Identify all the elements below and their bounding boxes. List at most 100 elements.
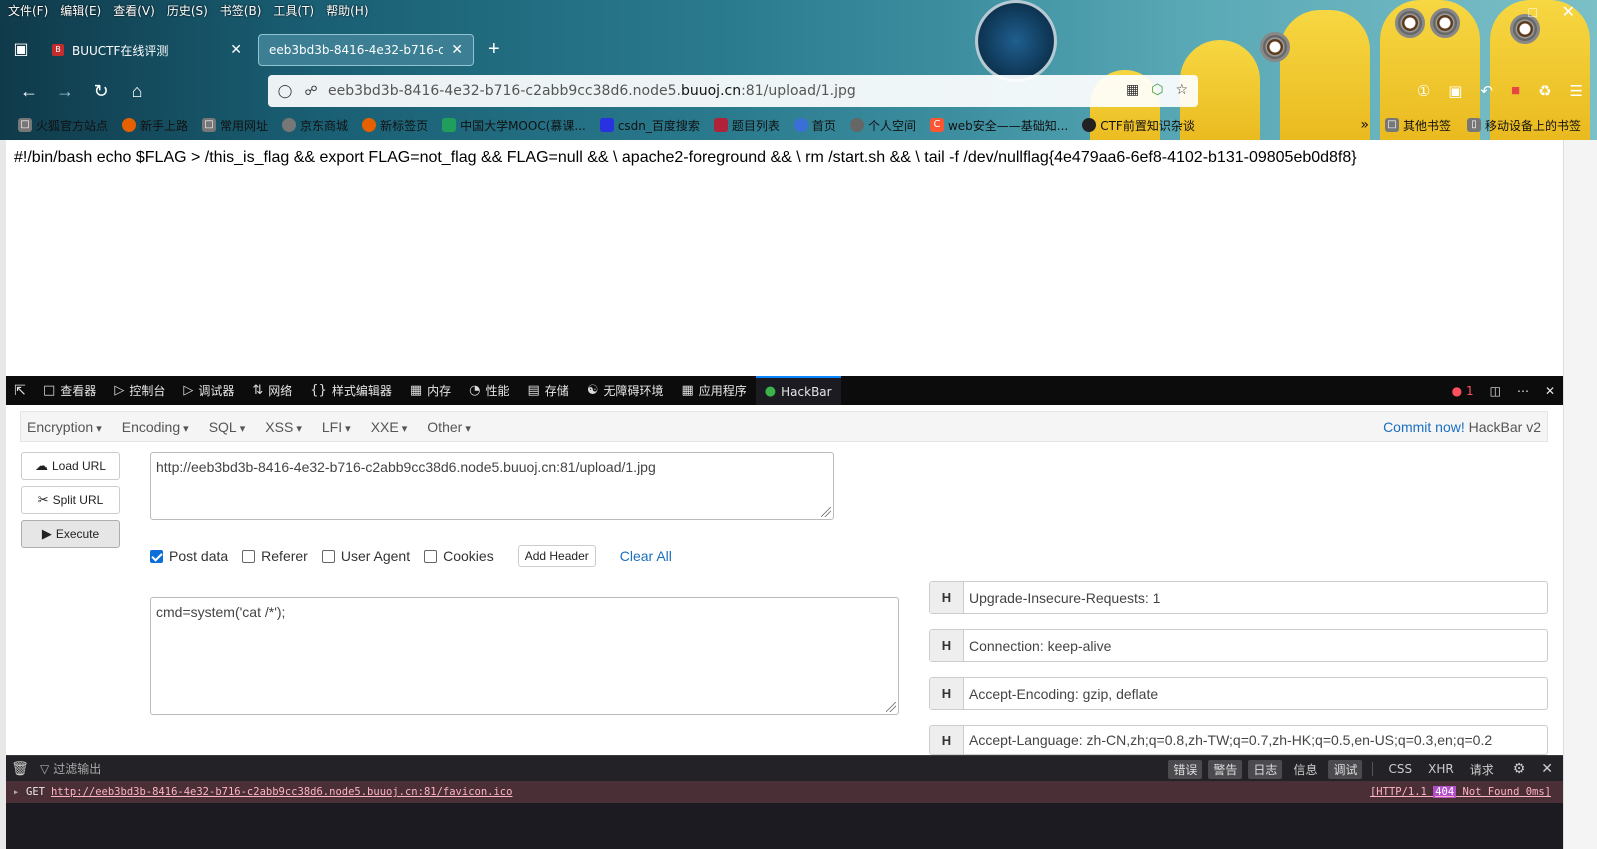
element-picker-icon[interactable]: ⇱ — [6, 383, 34, 399]
url-textarea[interactable]: http://eeb3bd3b-8416-4e32-b716-c2abb9cc3… — [150, 452, 834, 520]
cookies-checkbox[interactable]: Cookies — [424, 548, 494, 564]
url-bar[interactable]: ◯ ☍ eeb3bd3b-8416-4e32-b716-c2abb9cc38d6… — [268, 75, 1198, 107]
insecure-lock-icon[interactable]: ☍ — [302, 83, 320, 99]
close-split-console-icon[interactable]: ✕ — [1541, 761, 1553, 777]
menu-help[interactable]: 帮助(H) — [326, 2, 368, 19]
header-toggle[interactable]: H — [930, 678, 964, 709]
menu-encoding[interactable]: Encoding — [122, 419, 189, 435]
header-row[interactable]: H Connection: keep-alive — [929, 629, 1548, 662]
menu-lfi[interactable]: LFI — [322, 419, 351, 435]
bookmarks-overflow-icon[interactable]: » — [1360, 117, 1369, 133]
devtools-tab-style-editor[interactable]: {} 样式编辑器 — [301, 376, 401, 405]
bookmark-item[interactable]: 京东商城 — [282, 117, 348, 134]
menu-edit[interactable]: 编辑(E) — [60, 2, 101, 19]
account-icon[interactable]: ① — [1417, 82, 1430, 100]
bookmark-item[interactable]: CTF前置知识杂谈 — [1082, 117, 1195, 134]
bookmark-item[interactable]: 新手上路 — [122, 117, 188, 134]
devtools-tab-debugger[interactable]: ▷ 调试器 — [174, 376, 243, 405]
console-input-area[interactable] — [6, 803, 1563, 849]
devtools-tab-hackbar[interactable]: ● HackBar — [755, 376, 841, 405]
resize-grip[interactable] — [821, 507, 831, 517]
bookmark-item[interactable]: □ 火狐官方站点 — [18, 117, 108, 134]
devtools-tab-storage[interactable]: ▤ 存储 — [519, 376, 578, 405]
bookmark-item[interactable]: 首页 — [793, 117, 836, 134]
back-icon[interactable]: ← — [12, 81, 46, 102]
extension-red-icon[interactable]: ■ — [1511, 82, 1520, 100]
devtools-tab-application[interactable]: ▦ 应用程序 — [672, 376, 755, 405]
close-tab-icon[interactable]: ✕ — [230, 42, 242, 58]
more-options-icon[interactable]: ⋯ — [1517, 384, 1529, 398]
request-url-link[interactable]: http://eeb3bd3b-8416-4e32-b716-c2abb9cc3… — [51, 786, 512, 798]
devtools-tab-console[interactable]: ▷ 控制台 — [105, 376, 174, 405]
filter-requests[interactable]: 请求 — [1465, 760, 1499, 779]
menu-bookmarks[interactable]: 书签(B) — [220, 2, 262, 19]
screenshot-icon[interactable]: ▣ — [1448, 82, 1462, 100]
filter-errors[interactable]: 错误 — [1168, 759, 1203, 779]
devtools-tab-memory[interactable]: ▦ 内存 — [401, 376, 460, 405]
menu-tools[interactable]: 工具(T) — [273, 2, 314, 19]
bookmark-item[interactable]: Cweb安全——基础知... — [929, 117, 1068, 134]
split-url-button[interactable]: ✂ Split URL — [21, 486, 120, 514]
restore-window-icon[interactable]: □ — [1529, 4, 1537, 20]
shield-icon[interactable]: ◯ — [276, 83, 294, 99]
extension-icon[interactable]: ⬡ — [1151, 81, 1163, 98]
bookmark-item[interactable]: 中国大学MOOC(慕课... — [442, 117, 586, 134]
bookmark-folder-mobile[interactable]: ▯ 移动设备上的书签 — [1466, 117, 1581, 134]
forward-icon[interactable]: → — [48, 81, 82, 102]
add-header-button[interactable]: Add Header — [517, 545, 596, 567]
header-toggle[interactable]: H — [930, 582, 964, 613]
filter-debug[interactable]: 调试 — [1328, 759, 1363, 779]
bookmark-item[interactable]: □ 常用网址 — [202, 117, 268, 134]
resize-grip[interactable] — [886, 702, 896, 712]
menu-history[interactable]: 历史(S) — [167, 2, 208, 19]
menu-file[interactable]: 文件(F) — [8, 2, 48, 19]
bookmark-item[interactable]: 新标签页 — [362, 117, 428, 134]
filter-css[interactable]: CSS — [1383, 761, 1417, 777]
bookmark-item[interactable]: csdn_百度搜索 — [599, 117, 700, 134]
devtools-tab-network[interactable]: ⇅ 网络 — [243, 376, 301, 405]
error-count-badge[interactable]: ● 1 — [1452, 384, 1474, 398]
tab-buuctf[interactable]: B BUUCTF在线评测 ✕ — [42, 34, 252, 66]
devtools-tab-performance[interactable]: ◔ 性能 — [460, 376, 518, 405]
console-settings-icon[interactable]: ⚙ — [1513, 761, 1526, 777]
menu-sql[interactable]: SQL — [209, 419, 246, 435]
devtools-tab-accessibility[interactable]: ☯ 无障碍环境 — [578, 376, 673, 405]
filter-xhr[interactable]: XHR — [1423, 761, 1459, 777]
url-text[interactable]: eeb3bd3b-8416-4e32-b716-c2abb9cc38d6.nod… — [328, 83, 856, 99]
menu-view[interactable]: 查看(V) — [113, 2, 155, 19]
expand-arrow-icon[interactable]: ▸ — [6, 786, 26, 798]
commit-now-link[interactable]: Commit now! — [1383, 419, 1465, 435]
header-row[interactable]: H Upgrade-Insecure-Requests: 1 — [929, 581, 1548, 614]
request-status[interactable]: [HTTP/1.1 404 Not Found 0ms] — [1370, 786, 1551, 798]
bookmark-star-icon[interactable]: ☆ — [1175, 81, 1188, 98]
filter-output-input[interactable]: 过滤输出 — [53, 760, 101, 777]
close-window-icon[interactable]: ✕ — [1562, 2, 1575, 22]
trash-icon[interactable]: 🗑 — [6, 761, 34, 777]
console-log-row[interactable]: ▸ GET http://eeb3bd3b-8416-4e32-b716-c2a… — [6, 781, 1563, 803]
menu-xxe[interactable]: XXE — [371, 419, 408, 435]
user-agent-checkbox[interactable]: User Agent — [321, 548, 410, 564]
execute-button[interactable]: ▶ Execute — [21, 520, 120, 548]
filter-warnings[interactable]: 警告 — [1208, 759, 1243, 779]
menu-other[interactable]: Other — [427, 419, 471, 435]
tab-overview-icon[interactable]: ▣ — [0, 39, 42, 59]
bookmark-item[interactable]: 题目列表 — [713, 117, 780, 134]
filter-logs[interactable]: 日志 — [1248, 759, 1283, 779]
clear-all-link[interactable]: Clear All — [620, 548, 672, 564]
header-toggle[interactable]: H — [930, 726, 964, 754]
bookmark-folder-other[interactable]: □ 其他书签 — [1384, 117, 1451, 134]
tab-upload[interactable]: eeb3bd3b-8416-4e32-b716-c2at ✕ — [258, 34, 474, 66]
load-url-button[interactable]: ☁ Load URL — [21, 452, 120, 480]
menu-encryption[interactable]: Encryption — [27, 419, 102, 435]
header-toggle[interactable]: H — [930, 630, 964, 661]
devtools-tab-inspector[interactable]: □ 查看器 — [34, 376, 105, 405]
menu-xss[interactable]: XSS — [265, 419, 302, 435]
post-body-textarea[interactable]: cmd=system('cat /*'); — [150, 597, 899, 715]
new-tab-icon[interactable]: + — [488, 38, 500, 61]
close-tab-icon[interactable]: ✕ — [451, 42, 463, 58]
reload-icon[interactable]: ↻ — [84, 81, 118, 102]
header-row[interactable]: H Accept-Language: zh-CN,zh;q=0.8,zh-TW;q… — [929, 725, 1548, 755]
dock-icon[interactable]: ◫ — [1490, 384, 1501, 398]
app-menu-icon[interactable]: ☰ — [1570, 82, 1583, 100]
post-data-checkbox[interactable]: Post data — [150, 548, 228, 564]
